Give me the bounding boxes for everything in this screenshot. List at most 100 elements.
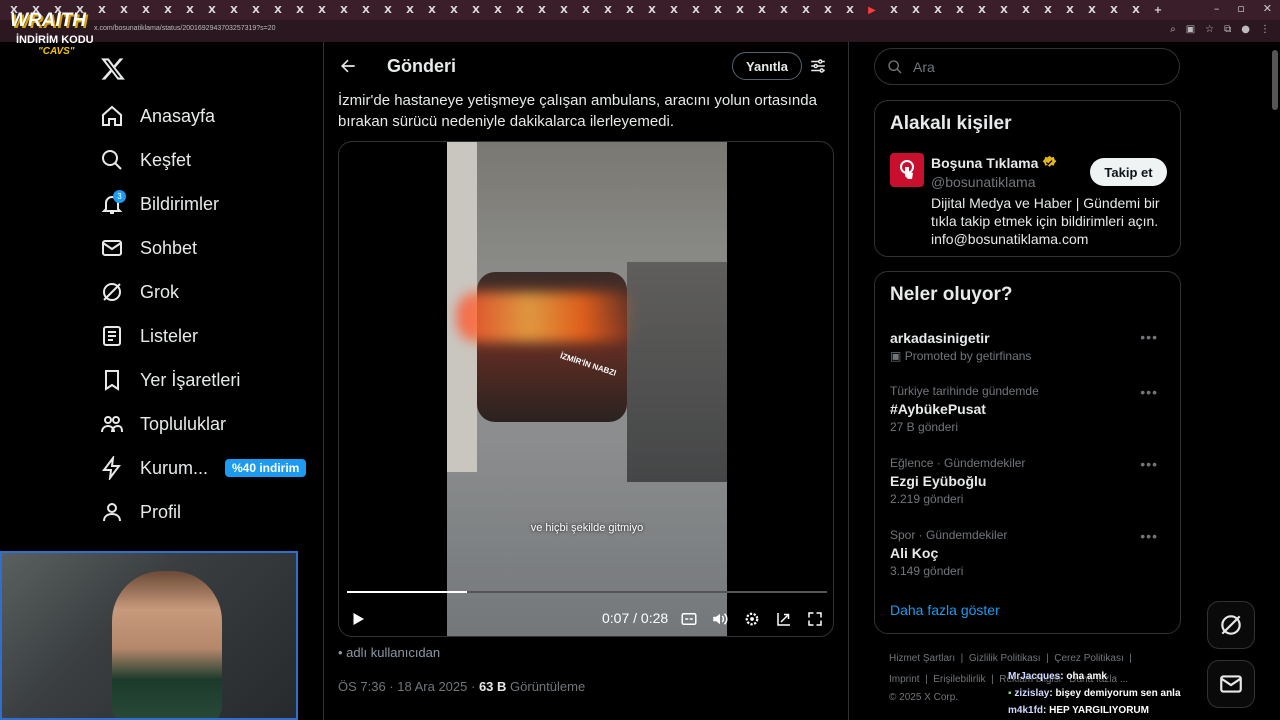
more-options-icon[interactable]: •••: [1140, 329, 1158, 345]
browser-tab[interactable]: X: [114, 2, 134, 18]
video-frame[interactable]: İZMİR'İN NABZI: [447, 142, 727, 636]
browser-tab[interactable]: X: [246, 2, 266, 18]
extensions-icon[interactable]: ⧉: [1224, 24, 1231, 35]
star-icon[interactable]: ☆: [1205, 24, 1214, 35]
trend-item[interactable]: arkadasinigetir ▣ Promoted by getirfinan…: [890, 327, 1170, 363]
browser-tab[interactable]: X: [180, 2, 200, 18]
browser-tab[interactable]: X: [994, 2, 1014, 18]
youtube-tab[interactable]: ▶: [862, 2, 882, 18]
browser-tab[interactable]: X: [576, 2, 596, 18]
footer-link-imprint[interactable]: Imprint: [889, 674, 920, 685]
browser-tab[interactable]: X: [444, 2, 464, 18]
x-logo-icon[interactable]: [100, 56, 126, 82]
browser-tab[interactable]: X: [642, 2, 662, 18]
browser-tab[interactable]: X: [202, 2, 222, 18]
browser-tab[interactable]: X: [906, 2, 926, 18]
messages-fab-button[interactable]: [1207, 660, 1255, 708]
fullscreen-icon[interactable]: [806, 610, 824, 628]
sliders-icon[interactable]: [809, 57, 827, 75]
profile-icon-browser[interactable]: ●: [1241, 24, 1250, 35]
reply-button[interactable]: Yanıtla: [732, 52, 802, 80]
video-progress-bar[interactable]: [347, 591, 827, 593]
browser-tab[interactable]: X: [488, 2, 508, 18]
grok-fab-button[interactable]: [1207, 601, 1255, 649]
follow-button[interactable]: Takip et: [1090, 158, 1167, 186]
back-arrow-icon[interactable]: [338, 56, 358, 76]
browser-tab[interactable]: X: [928, 2, 948, 18]
nav-item-4[interactable]: Grok: [100, 276, 179, 308]
browser-tab[interactable]: X: [796, 2, 816, 18]
browser-tab[interactable]: X: [884, 2, 904, 18]
browser-tab[interactable]: X: [466, 2, 486, 18]
browser-tab[interactable]: X: [950, 2, 970, 18]
nav-item-8[interactable]: Kurum...: [100, 452, 208, 484]
browser-tab[interactable]: X: [972, 2, 992, 18]
person-name[interactable]: Boşuna Tıklama: [931, 155, 1057, 171]
settings-gear-icon[interactable]: [743, 610, 761, 628]
avatar[interactable]: [890, 153, 924, 187]
trend-item[interactable]: Spor · Gündemdekiler Ali Koç 3.149 gönde…: [890, 528, 1170, 578]
close-window-icon[interactable]: ✕: [1263, 2, 1272, 15]
browser-tab[interactable]: X: [686, 2, 706, 18]
browser-tab[interactable]: X: [598, 2, 618, 18]
browser-tab[interactable]: X: [510, 2, 530, 18]
browser-tab[interactable]: X: [422, 2, 442, 18]
footer-link-privacy[interactable]: Gizlilik Politikası: [969, 653, 1041, 664]
browser-tab[interactable]: X: [1126, 2, 1146, 18]
browser-tab[interactable]: X: [312, 2, 332, 18]
browser-tab[interactable]: X: [1016, 2, 1036, 18]
url-text[interactable]: x.com/bosunatiklama/status/2001692943703…: [94, 25, 276, 32]
browser-tab[interactable]: X: [136, 2, 156, 18]
footer-link-cookies[interactable]: Çerez Politikası: [1054, 653, 1123, 664]
menu-icon[interactable]: ⋮: [1260, 24, 1270, 35]
browser-tab[interactable]: X: [532, 2, 552, 18]
video-player[interactable]: İZMİR'İN NABZI ve hiçbi şekilde gitmiyo …: [338, 141, 834, 637]
browser-tab[interactable]: X: [818, 2, 838, 18]
search-input[interactable]: Ara: [874, 48, 1180, 85]
browser-tab[interactable]: X: [840, 2, 860, 18]
nav-item-1[interactable]: Keşfet: [100, 144, 191, 176]
zoom-icon[interactable]: ⌕: [1170, 24, 1176, 35]
browser-tab[interactable]: X: [730, 2, 750, 18]
browser-tab[interactable]: X: [1082, 2, 1102, 18]
nav-item-3[interactable]: Sohbet: [100, 232, 197, 264]
address-bar[interactable]: x.com/bosunatiklama/status/2001692943703…: [0, 20, 1280, 42]
premium-discount-pill[interactable]: %40 indirim: [225, 459, 307, 477]
browser-tab[interactable]: X: [378, 2, 398, 18]
person-handle[interactable]: @bosunatiklama: [931, 174, 1036, 190]
browser-tab[interactable]: X: [400, 2, 420, 18]
minimize-icon[interactable]: –: [1214, 2, 1220, 15]
footer-link-terms[interactable]: Hizmet Şartları: [889, 653, 955, 664]
footer-link-accessibility[interactable]: Erişilebilirlik: [933, 674, 985, 685]
browser-tab[interactable]: X: [752, 2, 772, 18]
tweet-timestamp[interactable]: ÖS 7:36 · 18 Ara 2025 ·: [338, 679, 475, 694]
browser-tab[interactable]: X: [1038, 2, 1058, 18]
show-more-link[interactable]: Daha fazla göster: [890, 602, 1000, 618]
browser-tab[interactable]: X: [334, 2, 354, 18]
volume-icon[interactable]: [711, 610, 729, 628]
play-icon[interactable]: [349, 610, 367, 628]
browser-tab[interactable]: X: [708, 2, 728, 18]
new-tab-button[interactable]: +: [1148, 2, 1168, 18]
captions-icon[interactable]: [680, 610, 698, 628]
browser-tab[interactable]: X: [774, 2, 794, 18]
video-attribution[interactable]: • adlı kullanıcıdan: [338, 645, 440, 660]
cast-icon[interactable]: ▣: [1186, 24, 1195, 35]
picture-in-picture-icon[interactable]: [775, 610, 793, 628]
browser-tab[interactable]: X: [268, 2, 288, 18]
browser-tab[interactable]: X: [92, 2, 112, 18]
nav-item-7[interactable]: Topluluklar: [100, 408, 226, 440]
browser-tab[interactable]: X: [1104, 2, 1124, 18]
trend-item[interactable]: Eğlence · Gündemdekiler Ezgi Eyüboğlu 2.…: [890, 456, 1170, 506]
nav-item-9[interactable]: Profil: [100, 496, 181, 528]
browser-tab[interactable]: X: [554, 2, 574, 18]
browser-tab[interactable]: X: [224, 2, 244, 18]
browser-tab[interactable]: X: [158, 2, 178, 18]
page-scrollbar[interactable]: [1272, 50, 1278, 110]
browser-tab[interactable]: X: [356, 2, 376, 18]
browser-tab[interactable]: X: [1060, 2, 1080, 18]
more-options-icon[interactable]: •••: [1140, 456, 1158, 472]
restore-icon[interactable]: ▫: [1237, 2, 1244, 15]
more-options-icon[interactable]: •••: [1140, 384, 1158, 400]
trend-item[interactable]: Türkiye tarihinde gündemde #AybükePusat …: [890, 384, 1170, 434]
